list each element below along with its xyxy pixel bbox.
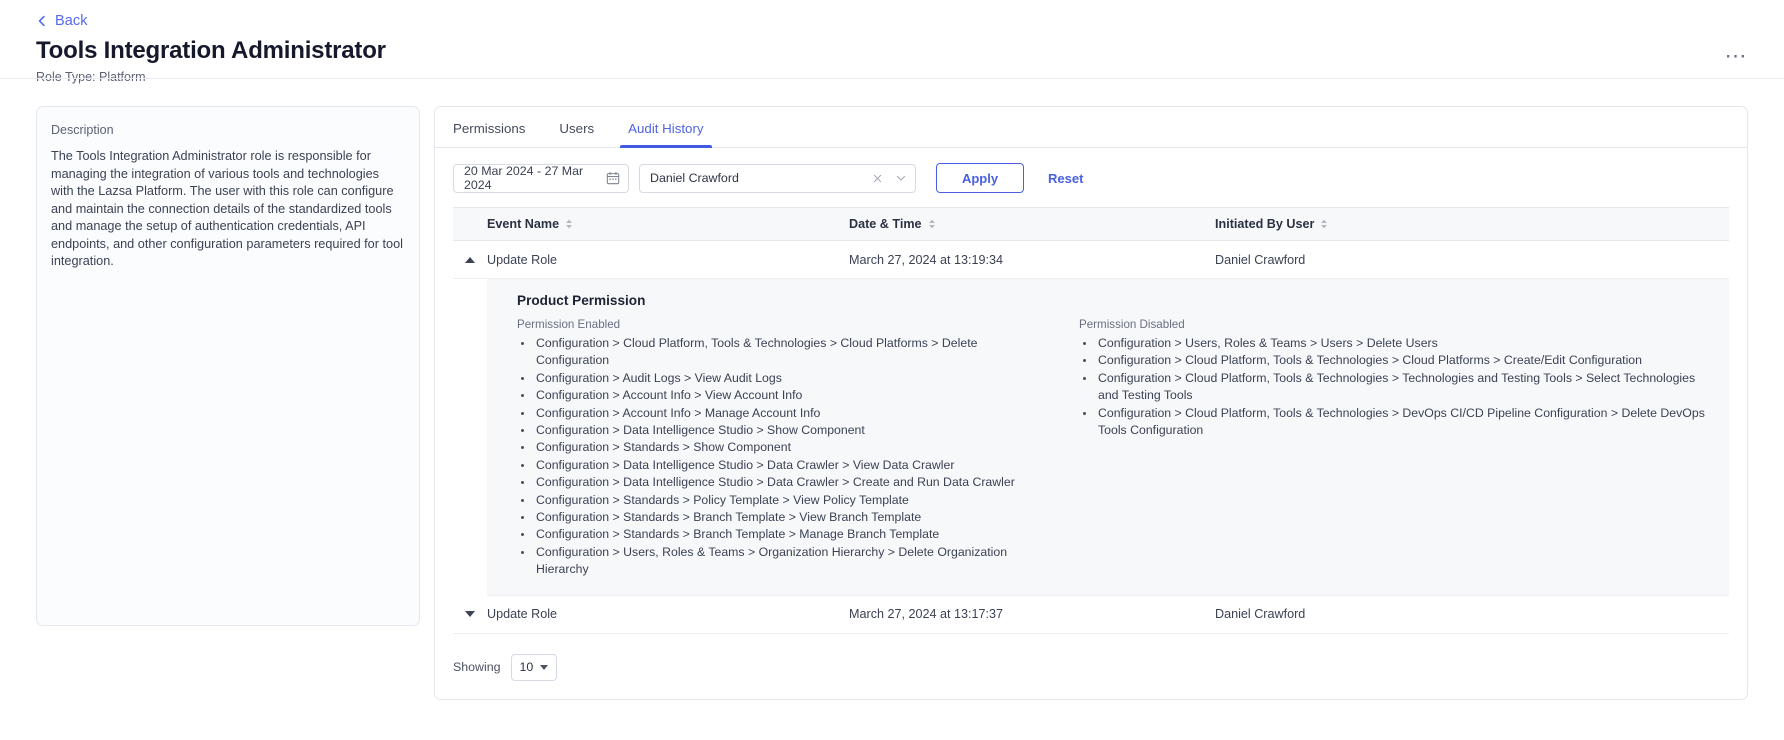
permission-disabled-list: Configuration > Users, Roles & Teams > U… xyxy=(1079,335,1711,439)
list-item: Configuration > Users, Roles & Teams > U… xyxy=(1096,335,1711,352)
sort-icon[interactable] xyxy=(565,219,573,229)
table-row[interactable]: Update Role March 27, 2024 at 13:19:34 D… xyxy=(453,241,1729,279)
page-header: Back Tools Integration Administrator Rol… xyxy=(0,0,1784,92)
list-item: Configuration > Standards > Show Compone… xyxy=(534,439,1045,456)
chevron-left-icon xyxy=(36,15,48,27)
list-item: Configuration > Account Info > Manage Ac… xyxy=(534,405,1045,422)
list-item: Configuration > Cloud Platform, Tools & … xyxy=(1096,370,1711,405)
page-size-select[interactable]: 10 xyxy=(510,653,558,681)
list-item: Configuration > Cloud Platform, Tools & … xyxy=(534,335,1045,370)
list-item: Configuration > Data Intelligence Studio… xyxy=(534,422,1045,439)
detail-columns: Permission Enabled Configuration > Cloud… xyxy=(517,318,1711,579)
cell-event-name: Update Role xyxy=(487,252,558,267)
main-card: Permissions Users Audit History 20 Mar 2… xyxy=(434,106,1748,700)
list-item: Configuration > Users, Roles & Teams > O… xyxy=(534,544,1045,579)
pagination-bar: Showing 10 xyxy=(435,634,1747,699)
permission-enabled-list: Configuration > Cloud Platform, Tools & … xyxy=(517,335,1045,579)
list-item: Configuration > Data Intelligence Studio… xyxy=(534,474,1045,491)
calendar-icon[interactable] xyxy=(606,171,620,185)
column-header-date-time-label: Date & Time xyxy=(849,217,922,231)
cell-initiated-by-user: Daniel Crawford xyxy=(1215,607,1306,622)
permission-enabled-label: Permission Enabled xyxy=(517,318,621,331)
back-link[interactable]: Back xyxy=(36,10,1748,32)
column-header-event-name-label: Event Name xyxy=(487,217,560,231)
list-item: Configuration > Data Intelligence Studio… xyxy=(534,457,1045,474)
sort-icon[interactable] xyxy=(1320,219,1328,229)
caret-up-icon xyxy=(465,256,475,263)
role-type-label: Role Type: Platform xyxy=(36,70,146,84)
user-select-value: Daniel Crawford xyxy=(650,171,739,185)
list-item: Configuration > Cloud Platform, Tools & … xyxy=(1096,352,1711,369)
permission-disabled-column: Permission Disabled Configuration > User… xyxy=(1079,318,1711,579)
chevron-down-icon xyxy=(540,664,549,670)
column-header-initiated-by-user[interactable]: Initiated By User xyxy=(1215,217,1729,231)
detail-title: Product Permission xyxy=(517,293,646,308)
showing-label: Showing xyxy=(453,660,501,675)
caret-down-icon xyxy=(465,611,475,618)
audit-history-page: Back Tools Integration Administrator Rol… xyxy=(0,0,1784,740)
tab-bar: Permissions Users Audit History xyxy=(435,107,1747,148)
audit-table: Event Name Date & Time Initiated By User xyxy=(435,207,1747,634)
list-item: Configuration > Standards > Policy Templ… xyxy=(534,492,1045,509)
reset-button[interactable]: Reset xyxy=(1034,163,1097,193)
cell-date-time: March 27, 2024 at 13:17:37 xyxy=(849,607,1004,622)
tab-audit-history[interactable]: Audit History xyxy=(620,121,712,148)
row-detail-panel: Product Permission Permission Enabled Co… xyxy=(487,279,1729,596)
table-row[interactable]: Update Role March 27, 2024 at 13:17:37 D… xyxy=(453,596,1729,634)
description-label: Description xyxy=(51,123,114,137)
filter-bar: 20 Mar 2024 - 27 Mar 2024 Daniel Crawfor… xyxy=(435,148,1747,207)
tab-users[interactable]: Users xyxy=(559,121,594,147)
page-title: Tools Integration Administrator xyxy=(36,37,386,64)
list-item: Configuration > Audit Logs > View Audit … xyxy=(534,370,1045,387)
row-expand-toggle[interactable] xyxy=(453,611,487,618)
date-range-value: 20 Mar 2024 - 27 Mar 2024 xyxy=(464,164,584,192)
tab-permissions[interactable]: Permissions xyxy=(453,121,525,147)
column-header-date-time[interactable]: Date & Time xyxy=(849,217,1215,231)
permission-disabled-label: Permission Disabled xyxy=(1079,318,1185,331)
more-options-icon[interactable]: ⋯ xyxy=(1725,45,1749,67)
date-range-input[interactable]: 20 Mar 2024 - 27 Mar 2024 xyxy=(453,163,629,193)
cell-event-name: Update Role xyxy=(487,607,558,622)
list-item: Configuration > Cloud Platform, Tools & … xyxy=(1096,405,1711,440)
clear-icon[interactable] xyxy=(872,173,883,184)
column-header-initiated-by-user-label: Initiated By User xyxy=(1215,217,1315,231)
description-card: Description The Tools Integration Admini… xyxy=(36,106,420,626)
cell-date-time: March 27, 2024 at 13:19:34 xyxy=(849,252,1004,267)
sort-icon[interactable] xyxy=(928,219,936,229)
description-text: The Tools Integration Administrator role… xyxy=(51,149,403,268)
apply-button[interactable]: Apply xyxy=(936,163,1024,193)
user-select-input[interactable]: Daniel Crawford xyxy=(639,163,916,193)
column-header-event-name[interactable]: Event Name xyxy=(487,217,849,231)
permission-enabled-column: Permission Enabled Configuration > Cloud… xyxy=(517,318,1045,579)
list-item: Configuration > Standards > Branch Templ… xyxy=(534,526,1045,543)
table-header-row: Event Name Date & Time Initiated By User xyxy=(453,207,1729,241)
row-collapse-toggle[interactable] xyxy=(453,256,487,263)
list-item: Configuration > Standards > Branch Templ… xyxy=(534,509,1045,526)
cell-initiated-by-user: Daniel Crawford xyxy=(1215,252,1306,267)
back-label: Back xyxy=(55,13,88,29)
page-body: Description The Tools Integration Admini… xyxy=(0,92,1784,700)
chevron-down-icon[interactable] xyxy=(895,172,907,184)
header-divider xyxy=(0,78,1784,79)
page-size-value: 10 xyxy=(519,660,534,675)
list-item: Configuration > Account Info > View Acco… xyxy=(534,387,1045,404)
